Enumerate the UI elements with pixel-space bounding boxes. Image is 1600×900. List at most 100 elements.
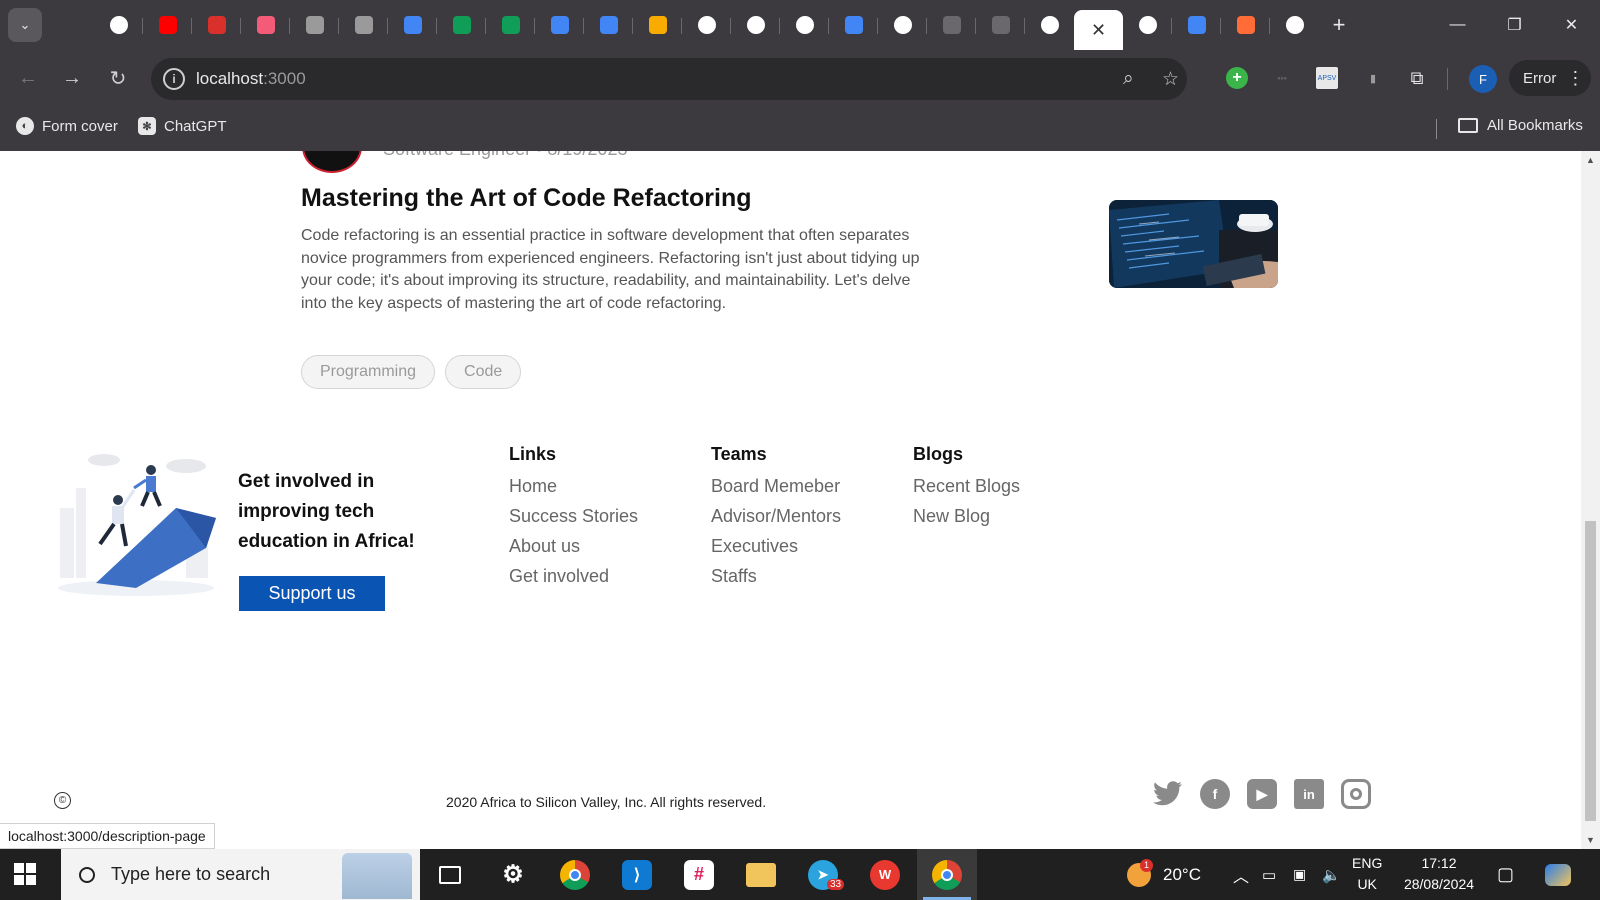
clock[interactable]: 17:12 28/08/2024 <box>1399 853 1479 895</box>
tab-search-button[interactable]: ⌄ <box>8 8 42 42</box>
network-icon[interactable]: ▭ <box>1262 849 1276 900</box>
extension-apsv-icon[interactable]: APSV <box>1316 67 1338 89</box>
browser-tab[interactable] <box>142 10 192 40</box>
footer-link-board-member[interactable]: Board Memeber <box>711 471 841 501</box>
windows-start-icon[interactable] <box>14 863 36 885</box>
scrollbar-thumb[interactable] <box>1585 521 1596 821</box>
browser-tab[interactable] <box>94 10 143 40</box>
weather-widget[interactable]: 1 20°C <box>1127 849 1201 900</box>
notifications-icon[interactable]: ▢ <box>1497 849 1514 900</box>
chrome-profile-icon[interactable] <box>917 849 977 900</box>
google-icon <box>795 16 814 34</box>
browser-tab[interactable] <box>583 10 633 40</box>
tray-chevron-icon[interactable]: ︿ <box>1233 849 1249 900</box>
forward-button[interactable]: → <box>56 62 88 94</box>
article-thumbnail[interactable] <box>1109 200 1278 288</box>
browser-tab[interactable] <box>828 10 878 40</box>
extension-chatgpt-icon[interactable]: ◦◦◦ <box>1271 67 1293 89</box>
zoom-icon[interactable]: ⌕ <box>1123 68 1134 90</box>
footer-link-staffs[interactable]: Staffs <box>711 561 841 591</box>
footer-link-success-stories[interactable]: Success Stories <box>509 501 638 531</box>
tag-code[interactable]: Code <box>445 355 522 389</box>
browser-tab[interactable] <box>534 10 584 40</box>
bookmark-form-cover[interactable]: ◐ Form cover <box>16 117 118 135</box>
volume-icon[interactable]: 🔈 <box>1322 849 1341 900</box>
browser-tab[interactable] <box>1024 10 1074 40</box>
scroll-up-arrow-icon[interactable]: ▲ <box>1586 155 1595 165</box>
article-title[interactable]: Mastering the Art of Code Refactoring <box>301 184 752 213</box>
browser-tab[interactable] <box>1171 10 1221 40</box>
browser-tab[interactable] <box>975 10 1025 40</box>
browser-tab[interactable] <box>1220 10 1270 40</box>
wps-office-icon[interactable]: W <box>855 849 915 900</box>
browser-tab[interactable] <box>436 10 486 40</box>
support-us-button[interactable]: Support us <box>239 576 385 611</box>
instagram-icon[interactable] <box>1341 779 1371 809</box>
telegram-icon[interactable]: ➤ 33 <box>793 849 853 900</box>
error-menu-button[interactable]: Error ⋮ <box>1509 60 1591 96</box>
tag-programming[interactable]: Programming <box>301 355 436 389</box>
close-window-button[interactable]: ✕ <box>1543 0 1600 50</box>
file-explorer-icon[interactable] <box>731 849 791 900</box>
bookmark-chatgpt[interactable]: ✻ ChatGPT <box>138 117 227 135</box>
youtube-icon[interactable]: ▶ <box>1247 779 1277 809</box>
footer-link-get-involved[interactable]: Get involved <box>509 561 638 591</box>
footer-link-about-us[interactable]: About us <box>509 531 638 561</box>
author-avatar[interactable] <box>302 151 362 173</box>
browser-tab[interactable] <box>387 10 437 40</box>
scroll-down-arrow-icon[interactable]: ▼ <box>1586 835 1595 845</box>
battery-icon[interactable]: ▣ <box>1293 849 1306 900</box>
extension-plus-icon[interactable]: + <box>1226 67 1248 89</box>
reload-button[interactable]: ↻ <box>102 62 134 94</box>
extensions-puzzle-icon[interactable]: ⧉ <box>1406 67 1428 89</box>
browser-tab[interactable] <box>289 10 339 40</box>
bookmark-star-icon[interactable]: ☆ <box>1162 68 1179 91</box>
browser-tab[interactable] <box>632 10 682 40</box>
vscode-icon[interactable]: ⟩ <box>607 849 667 900</box>
google-docs-icon <box>599 16 618 34</box>
site-info-icon[interactable]: i <box>163 68 185 90</box>
minimize-button[interactable]: — <box>1429 0 1486 50</box>
browser-tab[interactable] <box>877 10 927 40</box>
footer-link-new-blog[interactable]: New Blog <box>913 501 1020 531</box>
footer-link-executives[interactable]: Executives <box>711 531 841 561</box>
browser-tab[interactable] <box>240 10 290 40</box>
browser-tab[interactable] <box>681 10 731 40</box>
linkedin-icon[interactable]: in <box>1294 779 1324 809</box>
task-view-icon[interactable] <box>420 849 480 900</box>
copilot-icon[interactable] <box>1545 849 1571 900</box>
taskbar-search-box[interactable]: Type here to search <box>61 849 420 900</box>
browser-tab[interactable] <box>485 10 535 40</box>
settings-icon[interactable]: ⚙ <box>483 849 543 900</box>
gauge-icon <box>207 16 226 34</box>
browser-tab[interactable]: ✕ <box>1074 10 1123 50</box>
browser-tab[interactable] <box>730 10 780 40</box>
footer-link-advisor-mentors[interactable]: Advisor/Mentors <box>711 501 841 531</box>
slack-icon[interactable]: # <box>669 849 729 900</box>
browser-tab[interactable] <box>1123 10 1172 40</box>
extension-bottle-icon[interactable]: ▮ <box>1362 67 1384 89</box>
facebook-icon[interactable]: f <box>1200 779 1230 809</box>
page-scrollbar[interactable]: ▲ ▼ <box>1581 151 1600 849</box>
browser-tab[interactable] <box>926 10 976 40</box>
close-icon[interactable]: ✕ <box>1090 20 1108 40</box>
openai-icon: ✻ <box>138 117 156 135</box>
chrome-icon[interactable] <box>545 849 605 900</box>
new-tab-button[interactable]: + <box>1319 12 1359 38</box>
browser-tab[interactable] <box>779 10 829 40</box>
browser-tab[interactable] <box>191 10 241 40</box>
all-bookmarks-button[interactable]: All Bookmarks <box>1458 117 1583 134</box>
profile-avatar[interactable]: F <box>1469 65 1497 93</box>
author-meta: Software Engineer • 8/19/2023 <box>383 151 627 160</box>
browser-tab[interactable] <box>1269 10 1319 40</box>
twitter-icon[interactable] <box>1153 779 1183 809</box>
footer-link-home[interactable]: Home <box>509 471 638 501</box>
language-indicator[interactable]: ENG UK <box>1352 853 1382 895</box>
back-button[interactable]: ← <box>12 62 44 94</box>
url-text[interactable]: localhost:3000 <box>196 69 306 89</box>
address-bar[interactable]: i localhost:3000 ⌕ ☆ <box>151 58 1187 100</box>
clock-time: 17:12 <box>1421 855 1457 871</box>
footer-link-recent-blogs[interactable]: Recent Blogs <box>913 471 1020 501</box>
browser-tab[interactable] <box>338 10 388 40</box>
restore-button[interactable]: ❐ <box>1486 0 1543 50</box>
